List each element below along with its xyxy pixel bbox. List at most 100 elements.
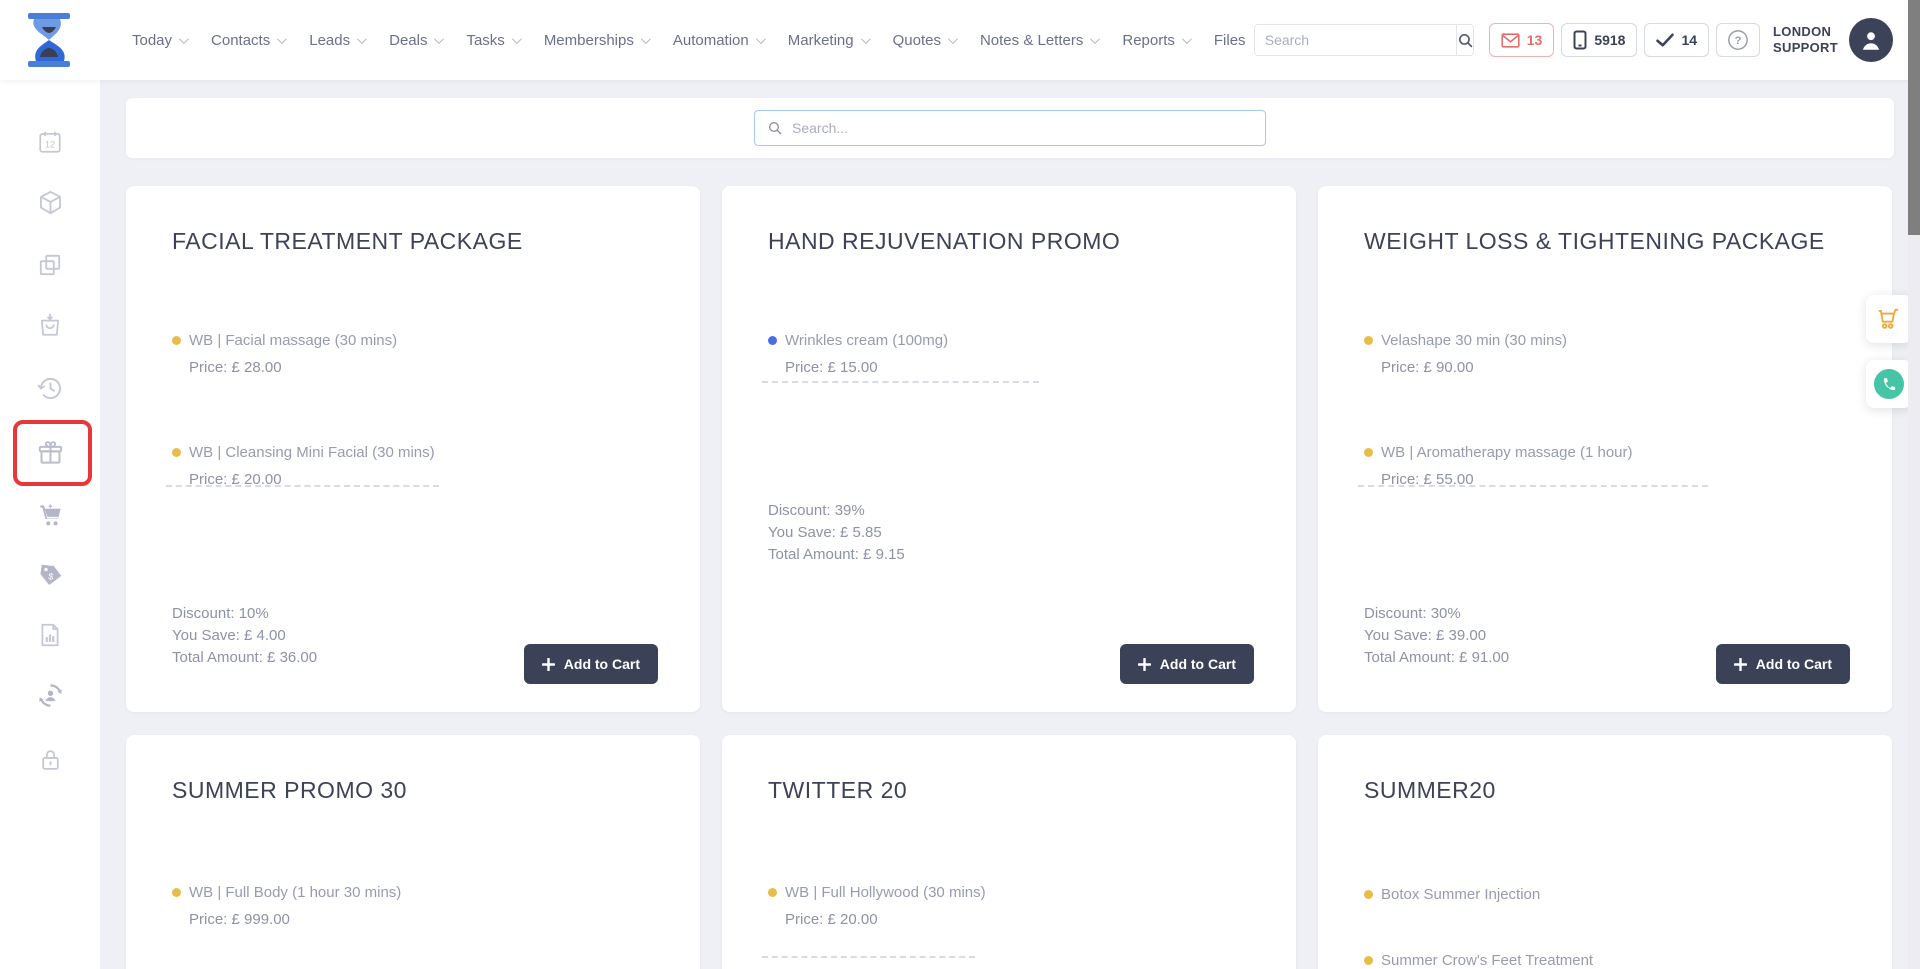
nav-today[interactable]: Today bbox=[132, 32, 186, 49]
chevron-down-icon bbox=[641, 34, 651, 44]
floating-cart-button[interactable] bbox=[1866, 295, 1912, 343]
nav-label: Tasks bbox=[466, 32, 504, 49]
cart-icon bbox=[1876, 306, 1902, 332]
header-search-input[interactable] bbox=[1255, 25, 1456, 55]
gift-icon bbox=[37, 439, 64, 466]
package-card-summer-promo-30: SUMMER PROMO 30 WB | Full Body (1 hour 3… bbox=[126, 735, 700, 969]
sidebar-item-history[interactable] bbox=[0, 375, 100, 402]
phone-extension-badge[interactable]: 5918 bbox=[1561, 23, 1637, 57]
discount-line: Discount: 30% bbox=[1364, 603, 1509, 625]
package-title: SUMMER20 bbox=[1364, 777, 1862, 804]
user-name: LONDON SUPPORT bbox=[1773, 24, 1838, 56]
content-search-input[interactable] bbox=[792, 120, 1265, 136]
plus-icon bbox=[542, 658, 555, 671]
nav-reports[interactable]: Reports bbox=[1122, 32, 1189, 49]
search-icon bbox=[1457, 32, 1474, 49]
history-icon bbox=[37, 375, 64, 402]
checkmark-icon bbox=[1656, 32, 1674, 48]
app-logo[interactable] bbox=[20, 11, 78, 74]
item-name: WB | Cleansing Mini Facial (30 mins) bbox=[189, 444, 670, 462]
packages-grid: FACIAL TREATMENT PACKAGE WB | Facial mas… bbox=[126, 186, 1894, 969]
avatar[interactable] bbox=[1849, 18, 1893, 62]
nav-deals[interactable]: Deals bbox=[389, 32, 441, 49]
help-button[interactable]: ? bbox=[1716, 23, 1760, 57]
nav-leads[interactable]: Leads bbox=[309, 32, 364, 49]
chevron-down-icon bbox=[1182, 34, 1192, 44]
you-save-line: You Save: £ 5.85 bbox=[768, 522, 905, 544]
nav-label: Files bbox=[1214, 32, 1246, 49]
sidebar-item-cart[interactable] bbox=[0, 502, 100, 529]
sidebar-item-purchases[interactable] bbox=[0, 312, 100, 338]
sidebar-item-reports[interactable] bbox=[0, 622, 100, 648]
item-name: Summer Crow's Feet Treatment bbox=[1381, 952, 1862, 969]
item-name: Velashape 30 min (30 mins) bbox=[1381, 332, 1862, 350]
user-name-line2: SUPPORT bbox=[1773, 40, 1838, 56]
nav-automation[interactable]: Automation bbox=[673, 32, 763, 49]
item-name: Wrinkles cream (100mg) bbox=[785, 332, 1266, 350]
mail-icon bbox=[1501, 33, 1520, 48]
item-bullet bbox=[172, 336, 181, 345]
package-title: SUMMER PROMO 30 bbox=[172, 777, 670, 804]
package-card-twitter-20: TWITTER 20 WB | Full Hollywood (30 mins)… bbox=[722, 735, 1296, 969]
main-content: FACIAL TREATMENT PACKAGE WB | Facial mas… bbox=[100, 80, 1920, 969]
item-bullet bbox=[1364, 890, 1373, 899]
tasks-done-badge[interactable]: 14 bbox=[1644, 23, 1709, 57]
scrollbar-track[interactable] bbox=[1908, 0, 1920, 969]
report-document-icon bbox=[37, 622, 63, 648]
mail-count: 13 bbox=[1527, 32, 1543, 48]
item-name: WB | Full Body (1 hour 30 mins) bbox=[189, 884, 670, 902]
user-name-line1: LONDON bbox=[1773, 24, 1838, 40]
add-to-cart-button[interactable]: Add to Cart bbox=[524, 644, 658, 684]
add-to-cart-label: Add to Cart bbox=[1160, 656, 1236, 672]
mail-notifications-badge[interactable]: 13 bbox=[1489, 23, 1555, 57]
nav-label: Leads bbox=[309, 32, 350, 49]
totals-block: Discount: 30% You Save: £ 39.00 Total Am… bbox=[1364, 603, 1509, 669]
package-item: Botox Summer Injection bbox=[1364, 886, 1862, 904]
sidebar-item-calendar[interactable]: 12 bbox=[0, 129, 100, 155]
chevron-down-icon bbox=[948, 34, 958, 44]
nav-files[interactable]: Files bbox=[1214, 32, 1246, 49]
floating-call-button[interactable] bbox=[1866, 360, 1912, 408]
add-to-cart-button[interactable]: Add to Cart bbox=[1716, 644, 1850, 684]
chevron-down-icon bbox=[756, 34, 766, 44]
nav-tasks[interactable]: Tasks bbox=[466, 32, 518, 49]
shopping-bag-download-icon bbox=[37, 312, 63, 338]
you-save-line: You Save: £ 39.00 bbox=[1364, 625, 1509, 647]
content-search-band bbox=[126, 98, 1894, 158]
left-sidebar: 12 bbox=[0, 80, 100, 969]
package-card-facial-treatment: FACIAL TREATMENT PACKAGE WB | Facial mas… bbox=[126, 186, 700, 712]
mobile-phone-icon bbox=[1573, 30, 1587, 50]
chevron-down-icon bbox=[512, 34, 522, 44]
nav-marketing[interactable]: Marketing bbox=[788, 32, 868, 49]
sidebar-item-pricing[interactable]: $ bbox=[0, 562, 100, 589]
header-search bbox=[1254, 24, 1474, 56]
item-bullet bbox=[172, 448, 181, 457]
package-title: HAND REJUVENATION PROMO bbox=[768, 228, 1266, 255]
sidebar-item-promotions[interactable] bbox=[0, 439, 100, 466]
nav-memberships[interactable]: Memberships bbox=[544, 32, 648, 49]
nav-quotes[interactable]: Quotes bbox=[893, 32, 955, 49]
item-bullet bbox=[768, 336, 777, 345]
you-save-line: You Save: £ 4.00 bbox=[172, 625, 317, 647]
sidebar-item-security[interactable] bbox=[0, 747, 100, 772]
scrollbar-thumb[interactable] bbox=[1908, 0, 1920, 235]
add-to-cart-button[interactable]: Add to Cart bbox=[1120, 644, 1254, 684]
total-amount-line: Total Amount: £ 91.00 bbox=[1364, 647, 1509, 669]
account-sync-icon bbox=[37, 682, 64, 709]
totals-block: Discount: 10% You Save: £ 4.00 Total Amo… bbox=[172, 603, 317, 669]
package-card-summer20: SUMMER20 Botox Summer Injection Summer C… bbox=[1318, 735, 1892, 969]
question-icon: ? bbox=[1727, 29, 1749, 51]
nav-contacts[interactable]: Contacts bbox=[211, 32, 284, 49]
nav-notes-letters[interactable]: Notes & Letters bbox=[980, 32, 1097, 49]
item-bullet bbox=[1364, 448, 1373, 457]
sidebar-item-account[interactable] bbox=[0, 682, 100, 709]
total-amount-line: Total Amount: £ 9.15 bbox=[768, 544, 905, 566]
copy-icon bbox=[37, 252, 63, 278]
item-price: Price: £ 28.00 bbox=[189, 359, 670, 376]
sidebar-item-copies[interactable] bbox=[0, 252, 100, 278]
package-card-weight-loss: WEIGHT LOSS & TIGHTENING PACKAGE Velasha… bbox=[1318, 186, 1892, 712]
nav-label: Notes & Letters bbox=[980, 32, 1083, 49]
check-count: 14 bbox=[1681, 32, 1697, 48]
header-search-button[interactable] bbox=[1456, 25, 1474, 55]
sidebar-item-products[interactable] bbox=[0, 189, 100, 216]
